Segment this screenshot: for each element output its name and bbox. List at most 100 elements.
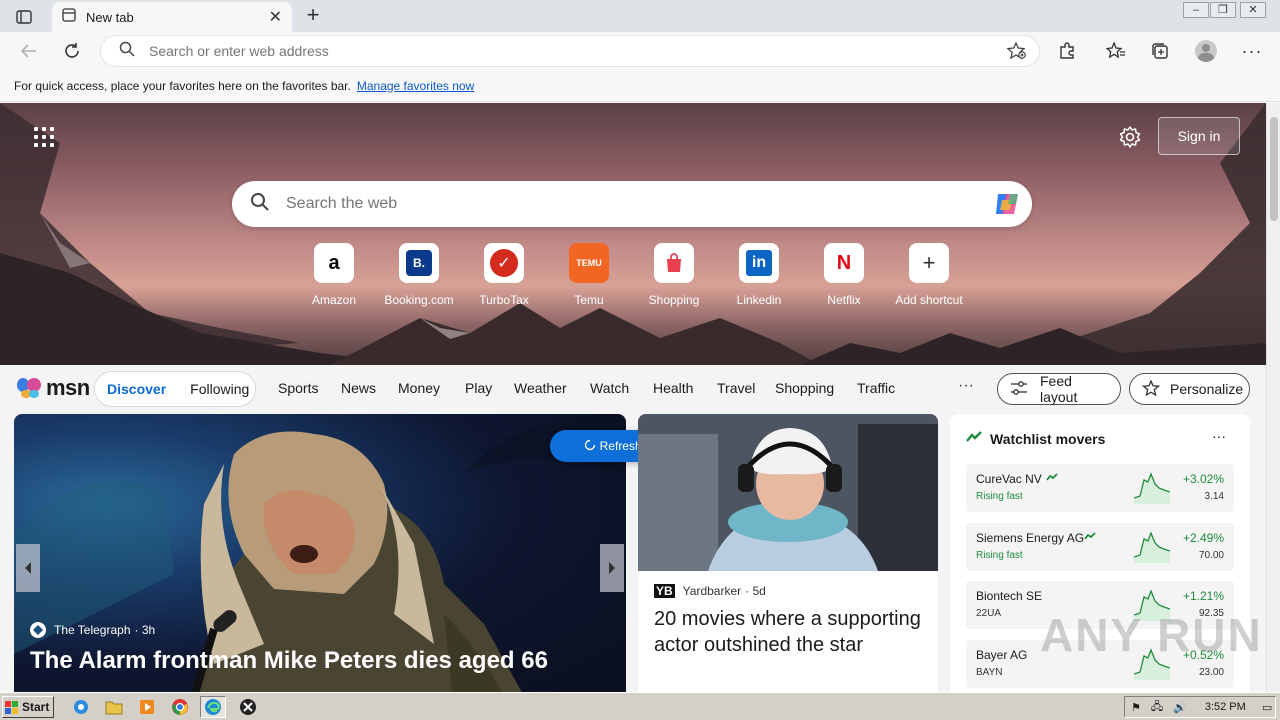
nav-sports[interactable]: Sports: [278, 380, 318, 396]
feed-layout-button[interactable]: Feed layout: [997, 373, 1121, 405]
story-title[interactable]: 20 movies where a supporting actor outsh…: [654, 606, 922, 658]
personalize-star-icon: [1141, 378, 1161, 399]
profile-avatar[interactable]: [1195, 40, 1217, 62]
shortcut-turbotax[interactable]: ✓ TurboTax: [464, 243, 544, 307]
page-settings-gear-icon[interactable]: [1118, 125, 1142, 149]
shortcut-shopping[interactable]: Shopping: [634, 243, 714, 307]
search-icon: [119, 41, 135, 62]
apps-grid-icon[interactable]: [34, 127, 54, 147]
close-window-button[interactable]: ✕: [1240, 2, 1266, 18]
stock-price: 23.00: [1198, 667, 1224, 678]
watchlist-item[interactable]: CureVac NV Rising fast +3.02% 3.14: [966, 464, 1234, 512]
restore-button[interactable]: ❐: [1210, 2, 1236, 18]
linkedin-icon: in: [739, 243, 779, 283]
watchlist-item[interactable]: Siemens Energy AG Rising fast +2.49% 70.00: [966, 523, 1234, 571]
favorites-icon[interactable]: [1105, 40, 1127, 62]
web-search-input[interactable]: [286, 195, 966, 213]
address-bar[interactable]: [100, 35, 1040, 67]
new-tab-button[interactable]: +: [302, 4, 324, 26]
nav-traffic[interactable]: Traffic: [857, 380, 895, 396]
folder-icon[interactable]: [101, 696, 127, 718]
web-search-box[interactable]: [232, 181, 1032, 227]
extensions-icon[interactable]: [1056, 40, 1078, 62]
stock-name: Bayer AG: [976, 648, 1028, 662]
favorites-bar: For quick access, place your favorites h…: [0, 70, 1280, 102]
add-favorite-icon[interactable]: [1006, 41, 1027, 65]
carousel-prev-button[interactable]: [16, 544, 40, 592]
settings-more-icon[interactable]: ···: [1241, 40, 1263, 62]
close-tab-icon[interactable]: ✕: [269, 7, 282, 27]
stock-change: +1.21%: [1182, 589, 1224, 603]
shortcut-booking-com[interactable]: B. Booking.com: [379, 243, 459, 307]
shortcut-label: Temu: [574, 293, 604, 307]
nav-watch[interactable]: Watch: [590, 380, 629, 396]
carousel-next-button[interactable]: [600, 544, 624, 592]
anyrun-icon[interactable]: [235, 696, 261, 718]
tab-new-tab[interactable]: New tab ✕: [52, 2, 292, 32]
volume-icon[interactable]: 🔊: [1173, 701, 1187, 714]
top-story-card[interactable]: The Telegraph · 3h The Alarm frontman Mi…: [14, 414, 626, 692]
nav-travel[interactable]: Travel: [717, 380, 755, 396]
back-icon[interactable]: [18, 40, 40, 62]
toolbar: ···: [0, 32, 1280, 70]
shortcut-temu[interactable]: TEMU Temu: [549, 243, 629, 307]
shortcut-label: TurboTax: [479, 293, 529, 307]
stock-name: Siemens Energy AG: [976, 531, 1085, 545]
flag-icon[interactable]: ⚑: [1131, 701, 1141, 714]
personalize-label: Personalize: [1170, 381, 1244, 397]
tab-actions-icon[interactable]: [10, 7, 38, 27]
sign-in-button[interactable]: Sign in: [1158, 117, 1240, 155]
copilot-icon[interactable]: [992, 190, 1022, 218]
amazon-icon: a: [314, 243, 354, 283]
temu-icon: TEMU: [569, 243, 609, 283]
address-input[interactable]: [149, 43, 969, 59]
start-button[interactable]: Start: [2, 696, 54, 718]
tab-discover[interactable]: Discover: [95, 381, 178, 397]
watchlist-menu-button[interactable]: ···: [1212, 428, 1226, 444]
chrome-icon[interactable]: [167, 696, 193, 718]
sparkline-chart: [1134, 531, 1170, 563]
nav-health[interactable]: Health: [653, 380, 693, 396]
ie-icon[interactable]: [68, 696, 94, 718]
feed-layout-label: Feed layout: [1040, 373, 1078, 405]
page-scrollbar[interactable]: [1266, 103, 1280, 692]
nav-weather[interactable]: Weather: [514, 380, 567, 396]
top-story-source: The Telegraph · 3h: [30, 622, 155, 638]
minimize-button[interactable]: –: [1183, 2, 1209, 18]
shortcut-netflix[interactable]: N Netflix: [804, 243, 884, 307]
media-player-icon[interactable]: [134, 696, 160, 718]
story-image: [638, 414, 938, 571]
nav-news[interactable]: News: [341, 380, 376, 396]
add-shortcut-icon: +: [909, 243, 949, 283]
rising-trend-icon: [1046, 473, 1058, 484]
nav-play[interactable]: Play: [465, 380, 492, 396]
telegraph-logo-icon: [30, 622, 46, 638]
new-tab-page: Sign in a Amazon B. Booking.com ✓ TurboTax TEM…: [0, 103, 1266, 692]
collections-icon[interactable]: [1149, 40, 1171, 62]
nav-shopping[interactable]: Shopping: [775, 380, 834, 396]
stock-price: 70.00: [1198, 550, 1224, 561]
refresh-icon[interactable]: [61, 40, 83, 62]
turbotax-icon: ✓: [484, 243, 524, 283]
tab-following[interactable]: Following: [178, 381, 261, 397]
shortcut-label: Shopping: [648, 293, 700, 307]
manage-favorites-link[interactable]: Manage favorites now: [357, 79, 474, 93]
shortcut-add-shortcut[interactable]: + Add shortcut: [889, 243, 969, 307]
msn-logo[interactable]: msn: [16, 374, 90, 402]
personalize-button[interactable]: Personalize: [1129, 373, 1250, 405]
stock-change: +2.49%: [1182, 531, 1224, 545]
network-icon[interactable]: 🖧: [1151, 698, 1163, 717]
shortcut-linkedin[interactable]: in Linkedin: [719, 243, 799, 307]
shortcut-label: Netflix: [827, 293, 861, 307]
top-story-title[interactable]: The Alarm frontman Mike Peters dies aged…: [30, 646, 610, 676]
scrollbar-thumb[interactable]: [1270, 117, 1278, 221]
edge-icon[interactable]: [200, 696, 226, 718]
system-tray: ⚑ 🖧 🔊 3:52 PM ▭: [1124, 696, 1276, 718]
nav-more-button[interactable]: ···: [958, 377, 974, 395]
shortcut-label: Linkedin: [736, 293, 782, 307]
shortcut-amazon[interactable]: a Amazon: [294, 243, 374, 307]
story-card-yardbarker[interactable]: YB Yardbarker · 5d 20 movies where a sup…: [638, 414, 938, 692]
show-desktop-icon[interactable]: ▭: [1262, 701, 1272, 714]
nav-money[interactable]: Money: [398, 380, 440, 396]
top-story-age: · 3h: [134, 623, 156, 637]
